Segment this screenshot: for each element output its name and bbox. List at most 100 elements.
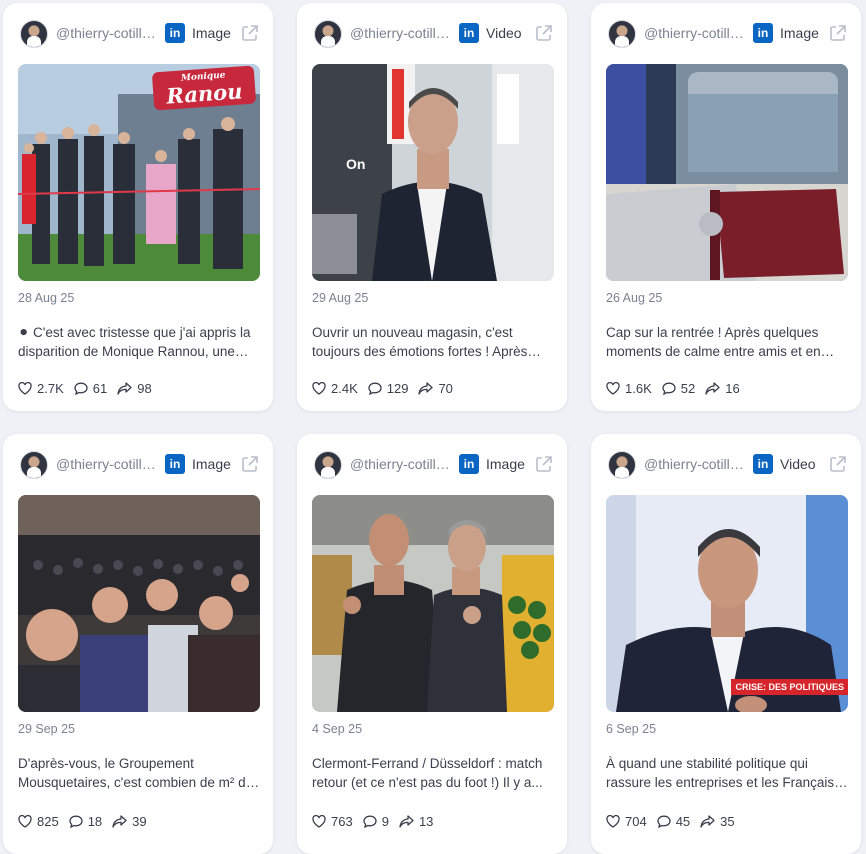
comments-count: 18 <box>87 813 103 829</box>
post-card[interactable]: @thierry-cotillard in Image 4 Sep 25 Cle… <box>297 434 567 854</box>
post-type: Video <box>780 456 816 472</box>
post-type: Image <box>192 25 231 41</box>
linkedin-icon: in <box>165 454 185 474</box>
share-icon <box>112 814 127 828</box>
post-stats: 704 45 35 <box>606 812 745 830</box>
post-image[interactable] <box>18 495 260 712</box>
comment-icon <box>368 382 382 395</box>
linkedin-icon: in <box>459 454 479 474</box>
comment-icon <box>69 815 83 828</box>
post-text: À quand une stabilité politique qui rass… <box>606 756 835 790</box>
post-date: 6 Sep 25 <box>606 722 657 736</box>
heart-icon <box>606 814 620 828</box>
shares-count: 70 <box>438 380 453 396</box>
post-stats: 763 9 13 <box>312 812 443 830</box>
comments-count: 129 <box>386 380 409 396</box>
comment-icon <box>363 815 377 828</box>
post-stats: 2.4K 129 70 <box>312 379 463 397</box>
share-icon <box>117 381 132 395</box>
author-handle: @thierry-cotillard <box>350 25 455 41</box>
heart-icon <box>606 381 620 395</box>
shares-count: 13 <box>418 813 434 829</box>
post-text: Ouvrir un nouveau magasin, c'est toujour… <box>312 325 528 359</box>
share-icon <box>418 381 434 395</box>
external-link-icon[interactable] <box>241 455 259 473</box>
post-image[interactable]: Monique Ranou <box>18 64 260 281</box>
likes-count: 2.7K <box>37 380 64 396</box>
post-image[interactable] <box>606 64 848 281</box>
external-link-icon[interactable] <box>829 24 847 42</box>
post-type: Image <box>192 456 231 472</box>
post-type: Video <box>486 25 522 41</box>
card-header: @thierry-cotillard in Image <box>591 3 861 65</box>
heart-icon <box>18 381 32 395</box>
share-icon <box>399 814 414 828</box>
post-card[interactable]: @thierry-cotillard in Video On 29 Aug 25… <box>297 3 567 411</box>
likes-count: 2.4K <box>331 380 358 396</box>
avatar <box>20 20 48 48</box>
video-caption: CRISE: DES POLITIQUES <box>731 679 848 695</box>
post-date: 29 Sep 25 <box>18 722 75 736</box>
avatar <box>608 20 636 48</box>
post-card[interactable]: @thierry-cotillard in Image 29 Sep 25 D'… <box>3 434 273 854</box>
share-icon <box>705 381 720 395</box>
card-header: @thierry-cotillard in Video <box>591 434 861 496</box>
avatar <box>314 20 342 48</box>
card-header: @thierry-cotillard in Video <box>297 3 567 65</box>
post-date: 26 Aug 25 <box>606 291 663 305</box>
author-handle: @thierry-cotillard <box>644 456 749 472</box>
shares-count: 35 <box>720 813 735 829</box>
heart-icon <box>312 381 326 395</box>
linkedin-icon: in <box>459 23 479 43</box>
post-video[interactable]: CRISE: DES POLITIQUES <box>606 495 848 712</box>
likes-count: 704 <box>625 813 647 829</box>
post-type: Image <box>780 25 819 41</box>
post-type: Image <box>486 456 525 472</box>
comments-count: 61 <box>92 380 108 396</box>
post-text: Cap sur la rentrée ! Après quelques mome… <box>606 325 821 359</box>
post-stats: 825 18 39 <box>18 812 157 830</box>
shares-count: 39 <box>132 813 147 829</box>
post-date: 4 Sep 25 <box>312 722 363 736</box>
post-stats: 2.7K 61 98 <box>18 379 162 397</box>
likes-count: 1.6K <box>625 380 652 396</box>
avatar <box>20 451 48 479</box>
share-icon <box>700 814 715 828</box>
external-link-icon[interactable] <box>241 24 259 42</box>
post-text: D'après-vous, le Groupement Mousquetaire… <box>18 756 254 790</box>
comments-count: 52 <box>680 380 696 396</box>
linkedin-icon: in <box>165 23 185 43</box>
card-header: @thierry-cotillard in Image <box>3 434 273 496</box>
author-handle: @thierry-cotillard <box>56 25 161 41</box>
comment-icon <box>657 815 671 828</box>
comments-count: 9 <box>381 813 389 829</box>
post-card[interactable]: @thierry-cotillard in Image 26 Aug 25 Ca… <box>591 3 861 411</box>
comment-icon <box>74 382 88 395</box>
post-video[interactable]: On <box>312 64 554 281</box>
shares-count: 16 <box>725 380 740 396</box>
author-handle: @thierry-cotillard <box>56 456 161 472</box>
linkedin-icon: in <box>753 454 773 474</box>
post-image[interactable] <box>312 495 554 712</box>
post-text: Clermont-Ferrand / Düsseldorf : match re… <box>312 756 543 790</box>
comments-count: 45 <box>675 813 691 829</box>
likes-count: 825 <box>37 813 59 829</box>
post-date: 29 Aug 25 <box>312 291 369 305</box>
post-card[interactable]: @thierry-cotillard in Video CRISE: DES P… <box>591 434 861 854</box>
video-caption: On <box>346 156 366 172</box>
avatar <box>314 451 342 479</box>
linkedin-icon: in <box>753 23 773 43</box>
card-header: @thierry-cotillard in Image <box>297 434 567 496</box>
post-text: ⚫ C'est avec tristesse que j'ai appris l… <box>18 325 251 359</box>
avatar <box>608 451 636 479</box>
comment-icon <box>662 382 676 395</box>
author-handle: @thierry-cotillard <box>350 456 455 472</box>
heart-icon <box>312 814 326 828</box>
post-card[interactable]: @thierry-cotillard in Image Monique Ranou… <box>3 3 273 411</box>
likes-count: 763 <box>331 813 353 829</box>
external-link-icon[interactable] <box>535 455 553 473</box>
external-link-icon[interactable] <box>535 24 553 42</box>
author-handle: @thierry-cotillard <box>644 25 749 41</box>
external-link-icon[interactable] <box>829 455 847 473</box>
shares-count: 98 <box>137 380 152 396</box>
